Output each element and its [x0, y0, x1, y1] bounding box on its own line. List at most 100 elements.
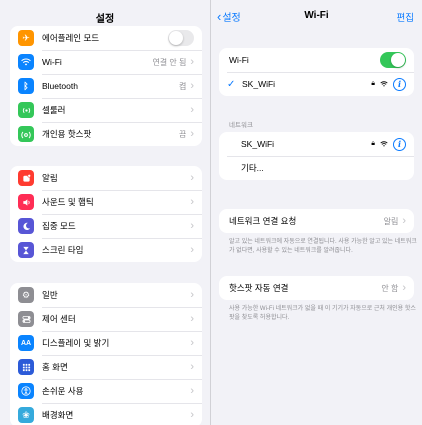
- ask-to-join-card: 네트워크 연결 요청 알림 ›: [219, 209, 414, 233]
- sound-icon: [18, 194, 34, 210]
- settings-item-display[interactable]: AA 디스플레이 및 밝기 ›: [10, 331, 202, 355]
- chevron-right-icon: ›: [402, 215, 406, 227]
- chevron-right-icon: ›: [402, 282, 406, 294]
- auto-hotspot-value: 안 함: [381, 283, 399, 293]
- settings-item-label: Wi-Fi: [42, 57, 62, 67]
- ask-to-join-row[interactable]: 네트워크 연결 요청 알림 ›: [219, 209, 414, 233]
- settings-item-airplane-mode[interactable]: ✈ 에어플레인 모드: [10, 26, 202, 50]
- hotspot-status-value: 끔: [178, 129, 187, 139]
- hotspot-icon: [18, 126, 34, 142]
- settings-item-label: 알림: [42, 173, 58, 183]
- bluetooth-icon: ᛒ: [18, 78, 34, 94]
- wifi-signal-icon: [380, 81, 388, 87]
- wifi-status-value: 연결 안 됨: [152, 57, 187, 67]
- wifi-title: Wi-Fi: [304, 10, 329, 21]
- wifi-toggle[interactable]: [380, 52, 406, 68]
- chevron-right-icon: ›: [190, 244, 194, 256]
- accessibility-icon: [18, 383, 34, 399]
- wifi-signal-icon: [380, 141, 388, 147]
- settings-item-bluetooth[interactable]: ᛒ Bluetooth 켬 ›: [10, 74, 202, 98]
- lock-icon: 🔒︎: [371, 140, 375, 147]
- wifi-pane: ‹ 설정 Wi-Fi 편집 Wi-Fi ✓ SK_WiFi 🔒︎ i 네트워크 …: [211, 0, 422, 425]
- connectivity-group: ✈ 에어플레인 모드 Wi-Fi 연결 안 됨 › ᛒ Bluetooth 켬 …: [10, 26, 202, 146]
- other-network-label: 기타...: [241, 163, 264, 173]
- cellular-icon: [18, 102, 34, 118]
- auto-hotspot-card: 핫스팟 자동 연결 안 함 ›: [219, 276, 414, 300]
- connected-network-row[interactable]: ✓ SK_WiFi 🔒︎ i: [219, 72, 414, 96]
- settings-pane: 설정 ✈ 에어플레인 모드 Wi-Fi 연결 안 됨 › ᛒ Bluetooth…: [0, 0, 211, 425]
- wallpaper-icon: ❀: [18, 407, 34, 423]
- settings-item-sounds[interactable]: 사운드 및 햅틱 ›: [10, 190, 202, 214]
- settings-item-label: 셀룰러: [42, 105, 66, 115]
- chevron-right-icon: ›: [190, 337, 194, 349]
- info-icon[interactable]: i: [393, 77, 406, 91]
- networks-section-header: 네트워크: [229, 122, 253, 129]
- network-row[interactable]: SK_WiFi 🔒︎ i: [219, 132, 414, 156]
- settings-title: 설정: [95, 14, 115, 25]
- lock-icon: 🔒︎: [371, 80, 375, 87]
- ask-to-join-label: 네트워크 연결 요청: [229, 216, 297, 226]
- other-network-row[interactable]: 기타...: [219, 156, 414, 180]
- settings-item-label: 일반: [42, 290, 58, 300]
- edit-button[interactable]: 편집: [397, 10, 414, 24]
- settings-item-label: 집중 모드: [42, 221, 76, 231]
- settings-item-label: Bluetooth: [42, 81, 78, 91]
- control-center-icon: [18, 311, 34, 327]
- ask-to-join-value: 알림: [383, 216, 399, 226]
- networks-card: SK_WiFi 🔒︎ i 기타...: [219, 132, 414, 180]
- settings-item-cellular[interactable]: 셀룰러 ›: [10, 98, 202, 122]
- settings-item-control-center[interactable]: 제어 센터 ›: [10, 307, 202, 331]
- wifi-toggle-row: Wi-Fi: [219, 48, 414, 72]
- auto-hotspot-label: 핫스팟 자동 연결: [229, 283, 289, 293]
- ask-to-join-footer: 알고 있는 네트워크에 자동으로 연결됩니다. 사용 가능한 알고 있는 네트워…: [229, 239, 417, 254]
- settings-item-label: 제어 센터: [42, 314, 76, 324]
- auto-hotspot-footer: 사용 가능한 Wi-Fi 네트워크가 없을 때 이 기기가 자동으로 근처 개인…: [229, 306, 416, 321]
- settings-item-label: 에어플레인 모드: [42, 33, 100, 43]
- chevron-right-icon: ›: [190, 361, 194, 373]
- settings-item-wifi[interactable]: Wi-Fi 연결 안 됨 ›: [10, 50, 202, 74]
- notifications-group: 알림 › 사운드 및 햅틱 › 집중 모드 › 스크린 타임 ›: [10, 166, 202, 262]
- checkmark-icon: ✓: [227, 78, 236, 90]
- settings-item-notifications[interactable]: 알림 ›: [10, 166, 202, 190]
- display-icon: AA: [18, 335, 34, 351]
- chevron-right-icon: ›: [190, 104, 194, 116]
- connected-network-name: SK_WiFi: [242, 79, 276, 89]
- chevron-right-icon: ›: [190, 172, 194, 184]
- airplane-mode-toggle[interactable]: [168, 30, 194, 46]
- home-screen-icon: [18, 359, 34, 375]
- chevron-right-icon: ›: [190, 313, 194, 325]
- settings-item-focus[interactable]: 집중 모드 ›: [10, 214, 202, 238]
- focus-icon: [18, 218, 34, 234]
- chevron-right-icon: ›: [190, 409, 194, 421]
- settings-item-label: 배경화면: [42, 410, 74, 420]
- settings-item-home-screen[interactable]: 홈 화면 ›: [10, 355, 202, 379]
- chevron-right-icon: ›: [190, 56, 194, 68]
- gear-icon: ⚙: [18, 287, 34, 303]
- notifications-icon: [18, 170, 34, 186]
- chevron-right-icon: ›: [190, 289, 194, 301]
- settings-item-wallpaper[interactable]: ❀ 배경화면 ›: [10, 403, 202, 425]
- network-name: SK_WiFi: [241, 139, 275, 149]
- settings-item-general[interactable]: ⚙ 일반 ›: [10, 283, 202, 307]
- screen-time-icon: [18, 242, 34, 258]
- airplane-icon: ✈: [18, 30, 34, 46]
- settings-item-accessibility[interactable]: 손쉬운 사용 ›: [10, 379, 202, 403]
- auto-hotspot-row[interactable]: 핫스팟 자동 연결 안 함 ›: [219, 276, 414, 300]
- wifi-icon: [18, 54, 34, 70]
- chevron-right-icon: ›: [190, 220, 194, 232]
- chevron-right-icon: ›: [190, 80, 194, 92]
- settings-item-hotspot[interactable]: 개인용 핫스팟 끔 ›: [10, 122, 202, 146]
- info-icon[interactable]: i: [393, 137, 406, 151]
- general-group: ⚙ 일반 › 제어 센터 › AA 디스플레이 및 밝기 › 홈 화면 › 손쉬…: [10, 283, 202, 425]
- settings-item-label: 홈 화면: [42, 362, 68, 372]
- wifi-toggle-label: Wi-Fi: [229, 55, 249, 65]
- settings-item-screen-time[interactable]: 스크린 타임 ›: [10, 238, 202, 262]
- settings-item-label: 디스플레이 및 밝기: [42, 338, 110, 348]
- chevron-right-icon: ›: [190, 385, 194, 397]
- wifi-main-card: Wi-Fi ✓ SK_WiFi 🔒︎ i: [219, 48, 414, 96]
- chevron-right-icon: ›: [190, 196, 194, 208]
- settings-item-label: 스크린 타임: [42, 245, 84, 255]
- settings-item-label: 손쉬운 사용: [42, 386, 84, 396]
- settings-item-label: 개인용 핫스팟: [42, 129, 92, 139]
- settings-item-label: 사운드 및 햅틱: [42, 197, 94, 207]
